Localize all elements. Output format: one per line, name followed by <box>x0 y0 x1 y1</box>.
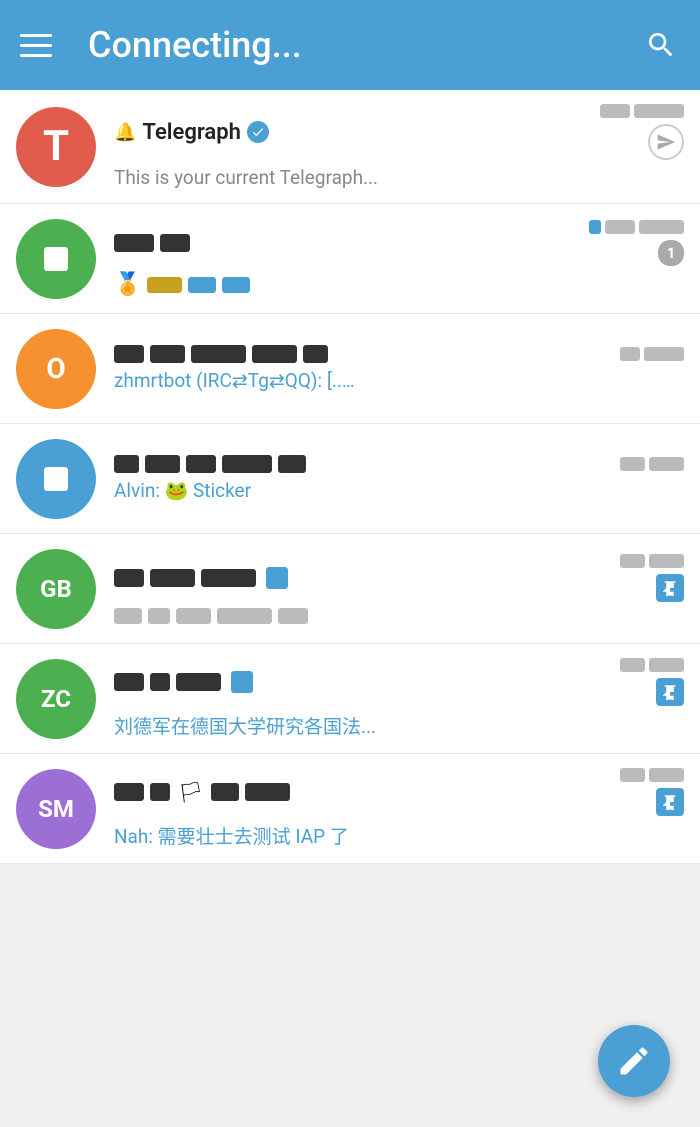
avatar: GB <box>16 549 96 629</box>
chat-content: 1 🏅 <box>114 220 684 297</box>
chat-meta <box>620 457 684 471</box>
chat-header: 🏳 <box>114 768 684 816</box>
chat-name-row: 🔔 Telegraph <box>114 120 590 145</box>
chat-content <box>114 554 684 624</box>
avatar: ZC <box>16 659 96 739</box>
chat-meta <box>600 104 684 160</box>
verified-badge <box>247 121 269 143</box>
avatar <box>16 439 96 519</box>
chat-name: Telegraph <box>142 120 240 145</box>
pin-icon <box>656 788 684 816</box>
chat-content: zhmrtbot (IRC⇄Tg⇄QQ): [..… <box>114 345 684 392</box>
chat-meta <box>620 768 684 816</box>
chat-item-4[interactable]: Alvin: 🐸 Sticker <box>0 424 700 534</box>
avatar: O <box>16 329 96 409</box>
chat-preview: 刘德军在德国大学研究各国法... <box>114 712 534 739</box>
chat-header: 1 <box>114 220 684 266</box>
chat-content: 🏳 Nah: 需要壮士去测试 IAP 了 <box>114 768 684 849</box>
compose-fab[interactable] <box>598 1025 670 1097</box>
unread-badge: 1 <box>658 240 684 266</box>
chat-header <box>114 455 684 473</box>
chat-name-row <box>114 671 610 693</box>
chat-item-gb[interactable]: GB <box>0 534 700 644</box>
chat-preview: Alvin: 🐸 Sticker <box>114 479 534 502</box>
chat-item-2[interactable]: 1 🏅 <box>0 204 700 314</box>
chat-name-row <box>114 345 610 363</box>
chat-item-telegraph[interactable]: T 🔔 Telegraph <box>0 90 700 204</box>
chat-preview-row <box>114 608 684 624</box>
chat-header <box>114 345 684 363</box>
chat-meta <box>620 347 684 361</box>
chat-name-row <box>114 455 610 473</box>
chat-preview-row: 🏅 <box>114 272 684 297</box>
chat-name-row <box>114 234 579 252</box>
chat-name-row <box>114 567 610 589</box>
avatar: SM <box>16 769 96 849</box>
chat-header <box>114 554 684 602</box>
chat-header <box>114 658 684 706</box>
chat-meta <box>620 658 684 706</box>
avatar: T <box>16 107 96 187</box>
topbar-title: Connecting... <box>88 24 642 66</box>
topbar: Connecting... <box>0 0 700 90</box>
chat-meta <box>620 554 684 602</box>
chat-header: 🔔 Telegraph <box>114 104 684 160</box>
chat-preview: Nah: 需要壮士去测试 IAP 了 <box>114 822 534 849</box>
pin-icon <box>656 574 684 602</box>
pin-icon <box>656 678 684 706</box>
chat-content: Alvin: 🐸 Sticker <box>114 455 684 502</box>
chat-meta: 1 <box>589 220 684 266</box>
mute-icon: 🔔 <box>114 122 136 143</box>
send-icon <box>648 124 684 160</box>
chat-content: 刘德军在德国大学研究各国法... <box>114 658 684 739</box>
chat-item-zc[interactable]: ZC 刘德军在德国大学研 <box>0 644 700 754</box>
chat-list: T 🔔 Telegraph <box>0 90 700 864</box>
chat-name-row: 🏳 <box>114 780 610 804</box>
avatar <box>16 219 96 299</box>
search-button[interactable] <box>642 26 680 64</box>
chat-item-sm[interactable]: SM 🏳 <box>0 754 700 864</box>
menu-button[interactable] <box>20 25 60 65</box>
chat-item-3[interactable]: O zhmrtbot (IRC⇄Tg⇄QQ): [ <box>0 314 700 424</box>
chat-preview: zhmrtbot (IRC⇄Tg⇄QQ): [..… <box>114 369 534 392</box>
chat-content: 🔔 Telegraph This is <box>114 104 684 189</box>
chat-preview: This is your current Telegraph... <box>114 166 534 189</box>
